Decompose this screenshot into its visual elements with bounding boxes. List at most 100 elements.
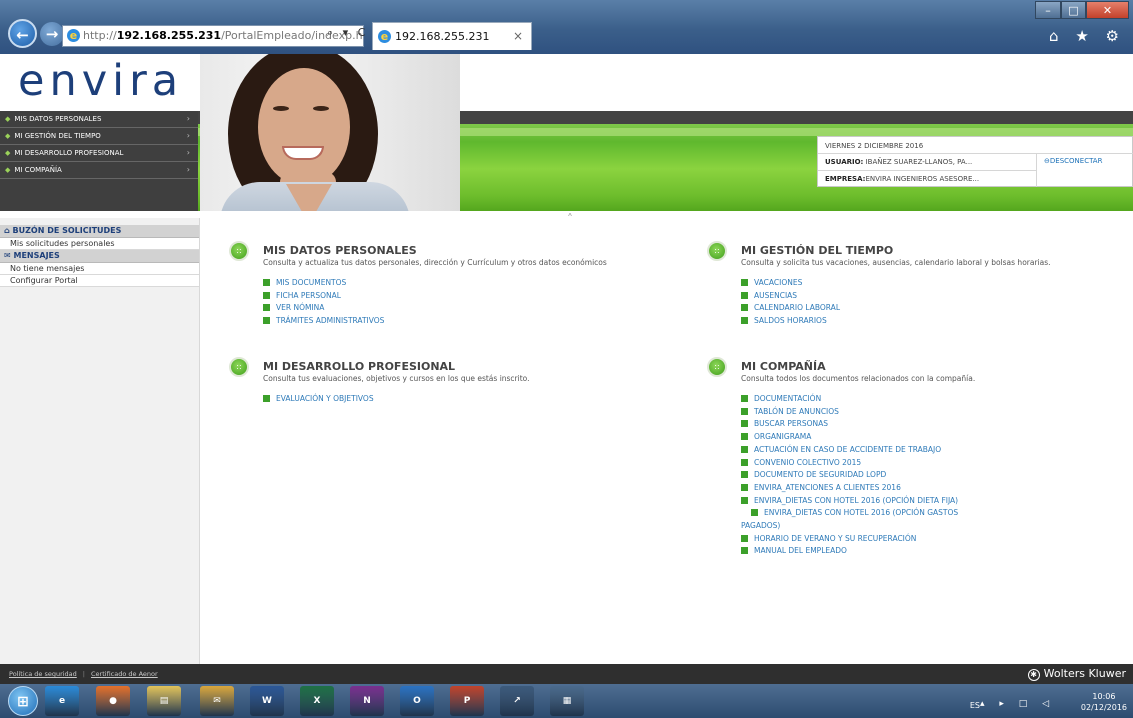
link-vacations[interactable]: VACACIONES (741, 277, 840, 290)
inbox-icon: ⌂ (4, 226, 10, 235)
green-square-icon (741, 395, 748, 402)
home-favorites-settings-icons[interactable]: ⌂ ★ ⚙ (1049, 27, 1125, 45)
window-controls: – □ ✕ (1035, 1, 1129, 19)
green-square-icon (741, 458, 748, 466)
link-personal-file[interactable]: FICHA PERSONAL (263, 290, 384, 303)
taskbar-excel-button[interactable]: X (300, 686, 334, 716)
forward-button[interactable]: → (40, 22, 64, 46)
link-search-people[interactable]: BUSCAR PERSONAS (741, 418, 961, 431)
section-title[interactable]: MI COMPAÑÍA (741, 360, 826, 373)
taskbar-internet-explorer-button[interactable]: e (45, 686, 79, 716)
start-button[interactable]: ⊞ (8, 686, 38, 716)
section-title[interactable]: MIS DATOS PERSONALES (263, 244, 417, 257)
header-woman-photo (200, 54, 460, 214)
current-date: VIERNES 2 DICIEMBRE 2016 (825, 142, 924, 150)
collapse-header-icon[interactable]: ˄ (567, 212, 573, 226)
envira-logo[interactable]: envira (18, 56, 183, 106)
back-button[interactable]: ← (8, 19, 37, 48)
link-absences[interactable]: AUSENCIAS (741, 290, 840, 303)
my-requests-link[interactable]: Mis solicitudes personales (0, 238, 199, 250)
taskbar-powerpoint-button[interactable]: P (450, 686, 484, 716)
menu-item-label: MI GESTIÓN DEL TIEMPO (14, 132, 101, 140)
taskbar-file-explorer-button[interactable]: ▤ (147, 686, 181, 716)
link-label: VER NÓMINA (276, 303, 325, 313)
section-description: Consulta todos los documentos relacionad… (741, 374, 976, 383)
menu-item-personal-data[interactable]: ◆ MIS DATOS PERSONALES › (0, 111, 198, 128)
portal-header: envira ◆ MIS DATOS PERSONALES › ◆ MI GESTIÓ… (0, 54, 1133, 218)
link-lopd-security[interactable]: DOCUMENTO DE SEGURIDAD LOPD (741, 469, 961, 482)
chevron-right-icon: › (186, 165, 190, 174)
footer-links: Política de seguridad | Certificado de Aen… (9, 670, 158, 678)
link-label: FICHA PERSONAL (276, 290, 341, 300)
ie-page-icon: e (67, 29, 80, 42)
wolters-kluwer-logo[interactable]: ✱ Wolters Kluwer (1027, 667, 1126, 681)
link-collective-agreement[interactable]: CONVENIO COLECTIVO 2015 (741, 457, 961, 470)
taskbar-chart-app-button[interactable]: ↗ (500, 686, 534, 716)
link-admin-procedures[interactable]: TRÁMITES ADMINISTRATIVOS (263, 315, 384, 328)
link-work-calendar[interactable]: CALENDARIO LABORAL (741, 302, 840, 315)
section-links: DOCUMENTACIÓN TABLÓN DE ANUNCIOS BUSCAR … (741, 393, 961, 558)
green-square-icon (263, 291, 270, 299)
link-evaluation-objectives[interactable]: EVALUACIÓN Y OBJETIVOS (263, 393, 374, 406)
menu-bullet-icon: ◆ (5, 132, 11, 140)
configure-portal-link[interactable]: Configurar Portal (0, 275, 199, 287)
powerpoint-icon: P (463, 696, 471, 706)
minimize-button[interactable]: – (1035, 1, 1061, 19)
section-title[interactable]: MI GESTIÓN DEL TIEMPO (741, 244, 893, 257)
address-bar[interactable]: e http://192.168.255.231/PortalEmpleado/… (62, 25, 364, 47)
menu-item-time-management[interactable]: ◆ MI GESTIÓN DEL TIEMPO › (0, 128, 198, 145)
taskbar-outlook-button[interactable]: O (400, 686, 434, 716)
link-summer-schedule[interactable]: HORARIO DE VERANO Y SU RECUPERACIÓN (741, 533, 961, 546)
link-notice-board[interactable]: TABLÓN DE ANUNCIOS (741, 406, 961, 419)
taskbar-outlook-express-button[interactable]: ✉ (200, 686, 234, 716)
link-hour-balances[interactable]: SALDOS HORARIOS (741, 315, 840, 328)
firefox-icon: ● (109, 696, 117, 706)
menu-item-label: MI COMPAÑÍA (14, 166, 62, 174)
search-refresh-icons[interactable]: ⌕ ▾ C (327, 26, 368, 40)
green-square-icon (741, 496, 748, 504)
clock[interactable]: 10:06 02/12/2016 (1081, 691, 1127, 713)
link-client-attentions[interactable]: ENVIRA_ATENCIONES A CLIENTES 2016 (741, 482, 961, 495)
link-org-chart[interactable]: ORGANIGRAMA (741, 431, 961, 444)
taskbar-presentation-app-button[interactable]: ▦ (550, 686, 584, 716)
link-allowances-fixed[interactable]: ENVIRA_DIETAS CON HOTEL 2016 (OPCIÓN DIE… (741, 495, 961, 508)
messages-title: MENSAJES (13, 251, 60, 260)
section-links: VACACIONES AUSENCIAS CALENDARIO LABORAL … (741, 277, 840, 328)
messages-header[interactable]: ✉ MENSAJES (0, 250, 199, 263)
browser-tab[interactable]: e 192.168.255.231 × (372, 22, 532, 50)
link-view-payslip[interactable]: VER NÓMINA (263, 302, 384, 315)
link-allowances-paid[interactable]: ENVIRA_DIETAS CON HOTEL 2016 (OPCIÓN GAS… (731, 507, 961, 532)
green-square-icon (263, 304, 270, 312)
envelope-icon: ✉ (4, 251, 11, 260)
section-description: Consulta y solicita tus vacaciones, ause… (741, 258, 1051, 267)
chevron-right-icon: › (186, 114, 190, 123)
link-my-documents[interactable]: MIS DOCUMENTOS (263, 277, 384, 290)
green-square-icon (751, 509, 758, 517)
tab-close-icon[interactable]: × (513, 23, 523, 50)
section-title[interactable]: MI DESARROLLO PROFESIONAL (263, 360, 455, 373)
taskbar-word-button[interactable]: W (250, 686, 284, 716)
taskbar-onenote-button[interactable]: N (350, 686, 384, 716)
inbox-header[interactable]: ⌂ BUZÓN DE SOLICITUDES (0, 225, 199, 238)
certificate-link[interactable]: Certificado de Aenor (91, 670, 158, 678)
chevron-right-icon: › (186, 131, 190, 140)
close-window-button[interactable]: ✕ (1086, 1, 1129, 19)
link-label: EVALUACIÓN Y OBJETIVOS (276, 394, 374, 403)
tray-icons[interactable]: ▴ ▸ □ ◁ (980, 699, 1055, 709)
link-employee-manual[interactable]: MANUAL DEL EMPLEADO (741, 545, 961, 558)
section-bullet-icon: :: (229, 357, 249, 377)
maximize-button[interactable]: □ (1061, 1, 1086, 19)
security-policy-link[interactable]: Política de seguridad (9, 670, 77, 678)
logout-link[interactable]: ⊖DESCONECTAR (1044, 157, 1102, 165)
taskbar-firefox-button[interactable]: ● (96, 686, 130, 716)
menu-item-my-company[interactable]: ◆ MI COMPAÑÍA › (0, 162, 198, 179)
menu-item-professional-development[interactable]: ◆ MI DESARROLLO PROFESIONAL › (0, 145, 198, 162)
link-work-accident[interactable]: ACTUACIÓN EN CASO DE ACCIDENTE DE TRABAJ… (741, 444, 961, 457)
outlook-icon: O (413, 696, 421, 706)
green-square-icon (741, 279, 748, 286)
green-square-icon (741, 291, 748, 299)
link-label: TABLÓN DE ANUNCIOS (754, 406, 839, 416)
language-indicator[interactable]: ES (970, 701, 980, 710)
link-documentation[interactable]: DOCUMENTACIÓN (741, 393, 961, 406)
forward-arrow-icon: → (45, 25, 59, 43)
